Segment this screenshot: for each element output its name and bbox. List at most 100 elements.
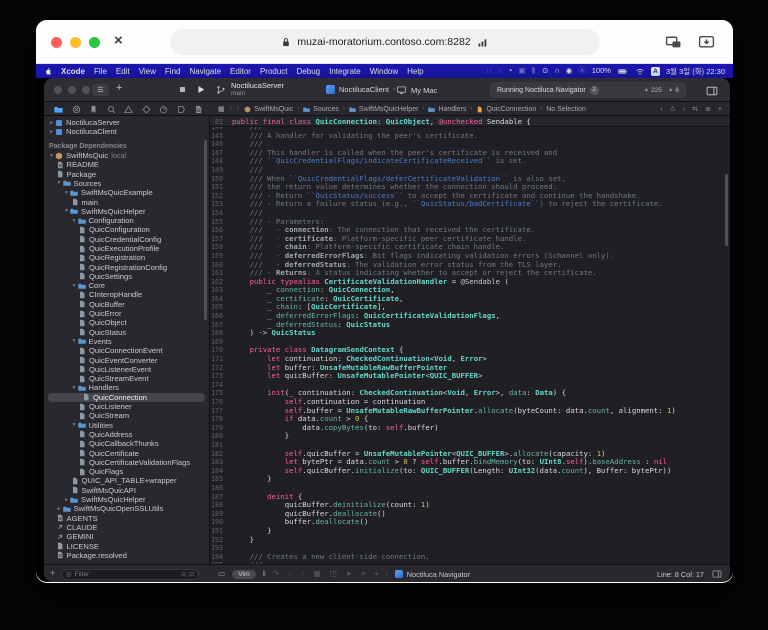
- file-tree-item-claude[interactable]: CLAUDE: [44, 523, 209, 532]
- issue-warning-icon[interactable]: ⚠: [670, 105, 676, 113]
- file-tree-item-quicsettings[interactable]: QuicSettings: [44, 272, 209, 281]
- disclosure-open-icon[interactable]: ▾: [71, 338, 78, 344]
- menu-item-edit[interactable]: Edit: [116, 67, 130, 76]
- add-file-button[interactable]: +: [50, 568, 55, 578]
- file-tree-item-noctilucaclient[interactable]: ▸NoctilucaClient: [44, 127, 209, 136]
- next-issue-icon[interactable]: ›: [683, 106, 685, 113]
- related-items-icon[interactable]: ▦: [218, 105, 225, 113]
- memory-icon[interactable]: ◫: [330, 569, 337, 579]
- reports-icon[interactable]: [194, 105, 203, 114]
- file-tree-item-swiftmsquicopensslutils[interactable]: ▸SwiftMsQuicOpenSSLUtils: [44, 504, 209, 513]
- disclosure-closed-icon[interactable]: ▸: [56, 506, 63, 512]
- project-navigator-icon[interactable]: [54, 105, 63, 114]
- disclosure-closed-icon[interactable]: ▸: [48, 129, 55, 135]
- prev-issue-icon[interactable]: ‹: [660, 106, 662, 113]
- disclosure-open-icon[interactable]: ▾: [63, 190, 70, 196]
- debug-icon[interactable]: [159, 105, 168, 114]
- menu-item-window[interactable]: Window: [370, 67, 398, 76]
- file-tree-item-quiccallbackthunks[interactable]: QuicCallbackThunks: [44, 439, 209, 448]
- bluetooth-icon[interactable]: ᛒ: [532, 67, 537, 75]
- back-icon[interactable]: ‹: [230, 105, 232, 113]
- file-tree-item-swiftmsquicapi[interactable]: SwiftMsQuicAPI: [44, 486, 209, 495]
- wifi-icon[interactable]: [635, 67, 645, 76]
- simulate-location-icon[interactable]: ➤: [346, 569, 352, 579]
- destination-selector[interactable]: My Mac: [396, 85, 437, 95]
- add-tab-button[interactable]: +: [116, 82, 122, 94]
- file-tree-item-quicobject[interactable]: QuicObject: [44, 318, 209, 327]
- disclosure-open-icon[interactable]: ▾: [71, 422, 78, 428]
- breadcrumb-item[interactable]: SwiftMsQuicHelper: [349, 106, 419, 113]
- file-tree-item-quicregistrationconfig[interactable]: QuicRegistrationConfig: [44, 262, 209, 271]
- disclosure-open-icon[interactable]: ▾: [71, 283, 78, 289]
- view-options-button[interactable]: ☰: [92, 84, 109, 96]
- file-tree-item-quicbuffer[interactable]: QuicBuffer: [44, 300, 209, 309]
- add-editor-icon[interactable]: +: [718, 106, 722, 113]
- menu-item-product[interactable]: Product: [260, 67, 288, 76]
- downloads-icon[interactable]: [698, 33, 715, 50]
- breadcrumb-item[interactable]: SwiftMsQuic: [244, 106, 293, 113]
- file-tree-item-quicregistration[interactable]: QuicRegistration: [44, 253, 209, 262]
- file-tree-item-core[interactable]: ▾Core: [44, 281, 209, 290]
- menu-item-find[interactable]: Find: [165, 67, 181, 76]
- file-tree-item-sources[interactable]: ▾Sources: [44, 179, 209, 188]
- breadcrumb-item[interactable]: Handlers: [428, 106, 466, 113]
- indicator-dim-icon[interactable]: ∷: [487, 67, 492, 75]
- disclosure-open-icon[interactable]: ▾: [56, 180, 63, 186]
- file-tree-item-quiccredentialconfig[interactable]: QuicCredentialConfig: [44, 235, 209, 244]
- file-tree-item-quic_api_table+wrapper[interactable]: QUIC_API_TABLE+wrapper: [44, 476, 209, 485]
- cursor-icon[interactable]: ⌖: [374, 569, 378, 579]
- file-tree-item-handlers[interactable]: ▾Handlers: [44, 383, 209, 392]
- file-tree-item-package[interactable]: Package: [44, 169, 209, 178]
- stop-button[interactable]: [178, 85, 187, 94]
- tests-icon[interactable]: [142, 105, 151, 114]
- file-tree-item-quicconnection[interactable]: QuicConnection: [48, 393, 205, 402]
- file-tree-item-license[interactable]: LICENSE: [44, 541, 209, 550]
- issues-icon[interactable]: [124, 105, 133, 114]
- file-tree-item-main[interactable]: main: [44, 197, 209, 206]
- code-review-icon[interactable]: ⇆: [692, 105, 698, 113]
- file-tree-item-quicconfiguration[interactable]: QuicConfiguration: [44, 225, 209, 234]
- apple-menu-icon[interactable]: [44, 67, 52, 75]
- file-tree-item-quicerror[interactable]: QuicError: [44, 309, 209, 318]
- step-out-icon[interactable]: ↑: [301, 569, 305, 579]
- source-editor[interactable]: 144 ///145 /// A handler for validating …: [210, 116, 730, 564]
- clock-icon[interactable]: ◔: [508, 67, 513, 75]
- focus-icon[interactable]: ◉: [566, 67, 573, 75]
- file-tree-item-quiceventconverter[interactable]: QuicEventConverter: [44, 355, 209, 364]
- minimize-window-button[interactable]: [70, 37, 81, 48]
- disclosure-open-icon[interactable]: ▾: [71, 385, 78, 391]
- link-dim-icon[interactable]: ◌: [497, 67, 501, 75]
- disclosure-open-icon[interactable]: ▾: [48, 153, 55, 159]
- activity-view[interactable]: Running Noctiluca Navigator 2 ▲225▲6: [490, 82, 686, 98]
- menu-bar-clock[interactable]: 3월 3일 (화) 22:30: [666, 66, 725, 77]
- disclosure-closed-icon[interactable]: ▸: [48, 120, 55, 126]
- file-tree-item-agents[interactable]: AGENTS: [44, 513, 209, 522]
- file-tree-item-quicflags[interactable]: QuicFlags: [44, 467, 209, 476]
- file-tree-item-quicstreamevent[interactable]: QuicStreamEvent: [44, 374, 209, 383]
- scheme-selector[interactable]: NoctilucaServer main: [216, 81, 284, 98]
- step-over-icon[interactable]: ↷: [273, 569, 279, 579]
- file-tree-item-events[interactable]: ▾Events: [44, 337, 209, 346]
- file-tree-item-cinterophandle[interactable]: CInteropHandle: [44, 290, 209, 299]
- menu-item-view[interactable]: View: [139, 67, 156, 76]
- zoom-window-button[interactable]: [89, 37, 100, 48]
- debug-area-toggle-icon[interactable]: [712, 569, 722, 579]
- stack-frames-icon[interactable]: ≡: [361, 569, 365, 579]
- headphones-icon[interactable]: ∩: [554, 67, 559, 75]
- file-tree-item-quicstream[interactable]: QuicStream: [44, 411, 209, 420]
- pause-icon[interactable]: ‖: [263, 569, 266, 579]
- file-tree-item-configuration[interactable]: ▾Configuration: [44, 216, 209, 225]
- file-tree-item-quiccertificatevalidationflags[interactable]: QuicCertificateValidationFlags: [44, 458, 209, 467]
- breadcrumb-item[interactable]: No Selection: [546, 106, 586, 113]
- file-tree-item-utilities[interactable]: ▾Utilities: [44, 421, 209, 430]
- sidebar-scrollbar[interactable]: [204, 140, 207, 320]
- disclosure-closed-icon[interactable]: ▸: [63, 497, 70, 503]
- file-tree-item-noctilucaserver[interactable]: ▸NoctilucaServer: [44, 118, 209, 127]
- bookmarks-icon[interactable]: [89, 105, 98, 114]
- running-process[interactable]: Noctiluca Navigator: [395, 570, 470, 579]
- vim-mode-badge[interactable]: Vim: [232, 570, 256, 579]
- file-tree-item-swiftmsquicexample[interactable]: ▾SwiftMsQuicExample: [44, 188, 209, 197]
- console-icon[interactable]: ▭: [218, 569, 225, 579]
- menu-item-navigate[interactable]: Navigate: [189, 67, 221, 76]
- menu-item-help[interactable]: Help: [407, 67, 423, 76]
